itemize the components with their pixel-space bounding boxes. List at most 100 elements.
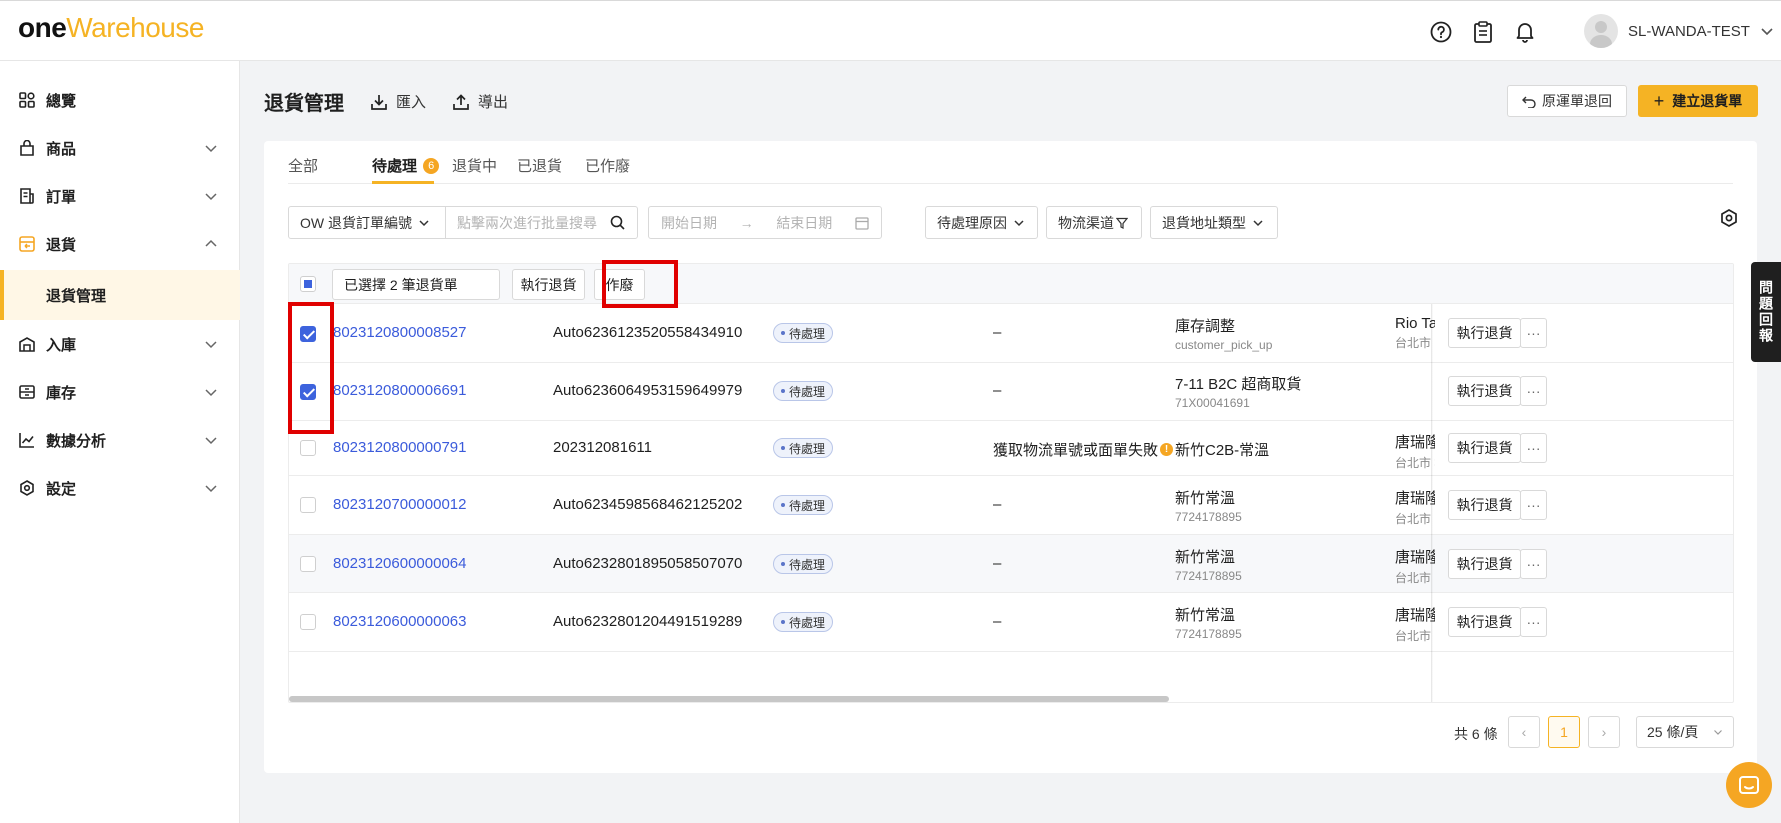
select-all-checkbox[interactable] [300, 276, 316, 292]
return-order-id[interactable]: 8023120800008527 [333, 324, 466, 341]
bell-icon[interactable] [1512, 19, 1538, 45]
more-icon[interactable]: ··· [1520, 318, 1547, 348]
chat-icon[interactable] [1726, 762, 1772, 808]
active-tab-indicator [372, 181, 434, 184]
export-button[interactable]: 導出 [452, 91, 508, 112]
table-row: 8023120600000064 Auto6232801895058507070… [289, 535, 1733, 593]
prev-page-button[interactable]: ‹ [1508, 716, 1540, 748]
date-range-picker[interactable]: 開始日期 → 結束日期 [648, 206, 882, 239]
user-menu[interactable]: SL-WANDA-TEST [1584, 14, 1774, 48]
sidebar-item-label: 退貨 [46, 236, 77, 254]
more-icon[interactable]: ··· [1520, 376, 1547, 406]
selected-count: 已選擇 2 筆退貨單 [332, 269, 500, 300]
search-input[interactable]: 點擊兩次進行批量搜尋 [446, 213, 637, 233]
column-settings-icon[interactable] [1719, 208, 1739, 231]
pending-reason-filter[interactable]: 待處理原因 [925, 206, 1038, 239]
count-badge: 6 [423, 158, 440, 174]
logo[interactable]: oneWarehouse [18, 12, 204, 44]
tab-voided[interactable]: 已作廢 [585, 155, 630, 176]
more-icon[interactable]: ··· [1520, 433, 1547, 463]
next-page-button[interactable]: › [1588, 716, 1620, 748]
horizontal-scrollbar[interactable] [289, 696, 1169, 702]
row-checkbox[interactable] [300, 497, 316, 513]
pending-reason: 獲取物流單號或面單失敗! [993, 439, 1174, 460]
execute-return-button[interactable]: 執行退貨 [1448, 318, 1521, 348]
sidebar-item-label: 訂單 [46, 188, 77, 206]
sidebar-item-label: 入庫 [46, 336, 77, 354]
page-1-button[interactable]: 1 [1548, 716, 1580, 748]
reference-number: 202312081611 [553, 439, 652, 456]
top-icons [1428, 19, 1538, 45]
download-icon [371, 94, 387, 110]
more-icon[interactable]: ··· [1520, 607, 1547, 637]
create-return-button[interactable]: + 建立退貨單 [1638, 85, 1758, 117]
tab-all[interactable]: 全部 [288, 155, 318, 176]
calendar-icon [855, 216, 869, 230]
tab-returning[interactable]: 退貨中 [452, 155, 497, 176]
contact-cell: 唐瑞隆台北市 松 [1395, 434, 1435, 470]
inbound-icon [18, 335, 36, 353]
chevron-down-icon [1253, 219, 1263, 226]
row-checkbox[interactable] [300, 614, 316, 630]
return-order-id[interactable]: 8023120800000791 [333, 439, 466, 456]
logistics-cell: 庫存調整 customer_pick_up [1175, 318, 1273, 352]
sidebar-item-label: 商品 [46, 140, 77, 158]
pending-reason: – [993, 382, 1002, 399]
sidebar-item-returns[interactable]: 退貨 [0, 220, 240, 268]
status-tabs: 全部 待處理 6 退貨中 已退貨 已作廢 [288, 141, 1733, 184]
more-icon[interactable]: ··· [1520, 490, 1547, 520]
execute-return-button[interactable]: 執行退貨 [1448, 433, 1521, 463]
execute-return-button[interactable]: 執行退貨 [1448, 607, 1521, 637]
warning-icon[interactable]: ! [1160, 443, 1174, 456]
sidebar-item-label: 退貨管理 [46, 287, 107, 305]
table-row: 8023120800008527 Auto6236123520558434910… [289, 304, 1733, 363]
sidebar-item-analytics[interactable]: 數據分析 [0, 416, 240, 464]
execute-return-button[interactable]: 執行退貨 [1448, 490, 1521, 520]
logistics-cell: 新竹常溫 7724178895 [1175, 490, 1242, 524]
page-size-select[interactable]: 25 條/頁 [1636, 716, 1734, 748]
tab-returned[interactable]: 已退貨 [517, 155, 562, 176]
chevron-down-icon [419, 219, 429, 226]
sidebar-item-inventory[interactable]: 庫存 [0, 368, 240, 416]
bulk-execute-return-button[interactable]: 執行退貨 [512, 269, 585, 300]
sidebar-item-settings[interactable]: 設定 [0, 464, 240, 512]
logistics-channel-filter[interactable]: 物流渠道 [1046, 206, 1142, 239]
original-return-button[interactable]: 原運單退回 [1507, 85, 1627, 117]
dashboard-icon [18, 91, 36, 109]
return-order-id[interactable]: 8023120700000012 [333, 496, 466, 513]
sidebar-item-label: 總覽 [46, 92, 77, 110]
tab-pending[interactable]: 待處理 6 [372, 155, 440, 176]
more-icon[interactable]: ··· [1520, 549, 1547, 579]
execute-return-button[interactable]: 執行退貨 [1448, 376, 1521, 406]
reference-number: Auto6232801204491519289 [553, 613, 743, 630]
help-icon[interactable] [1428, 19, 1454, 45]
highlight-void-button [602, 260, 678, 308]
row-checkbox[interactable] [300, 440, 316, 456]
return-order-id[interactable]: 8023120600000063 [333, 613, 466, 630]
clipboard-icon[interactable] [1470, 19, 1496, 45]
top-bar: oneWarehouse SL-WANDA-TEST [0, 0, 1781, 61]
settings-icon [18, 479, 36, 497]
search-icon[interactable] [610, 215, 625, 230]
return-address-type-filter[interactable]: 退貨地址類型 [1150, 206, 1278, 239]
total-count: 共 6 條 [1454, 726, 1498, 742]
sidebar-item-inbound[interactable]: 入庫 [0, 320, 240, 368]
execute-return-button[interactable]: 執行退貨 [1448, 549, 1521, 579]
sidebar-item-return-management[interactable]: 退貨管理 [0, 270, 240, 320]
filter-icon [1116, 217, 1128, 229]
feedback-tab[interactable]: 問題回報 [1751, 262, 1781, 362]
sidebar-item-overview[interactable]: 總覽 [0, 76, 240, 124]
import-button[interactable]: 匯入 [370, 91, 426, 112]
contact-cell: Rio Tar台北市 中 [1395, 315, 1435, 350]
return-order-id[interactable]: 8023120600000064 [333, 555, 466, 572]
plus-icon: + [1653, 91, 1665, 111]
analytics-icon [18, 431, 36, 449]
sidebar-item-products[interactable]: 商品 [0, 124, 240, 172]
row-checkbox[interactable] [300, 556, 316, 572]
upload-icon [453, 93, 469, 110]
sidebar-item-orders[interactable]: 訂單 [0, 172, 240, 220]
search-type-select[interactable]: OW 退貨訂單編號 [289, 213, 445, 233]
return-order-id[interactable]: 8023120800006691 [333, 382, 466, 399]
reference-number: Auto6236123520558434910 [553, 324, 743, 341]
sidebar-item-label: 設定 [46, 480, 77, 498]
